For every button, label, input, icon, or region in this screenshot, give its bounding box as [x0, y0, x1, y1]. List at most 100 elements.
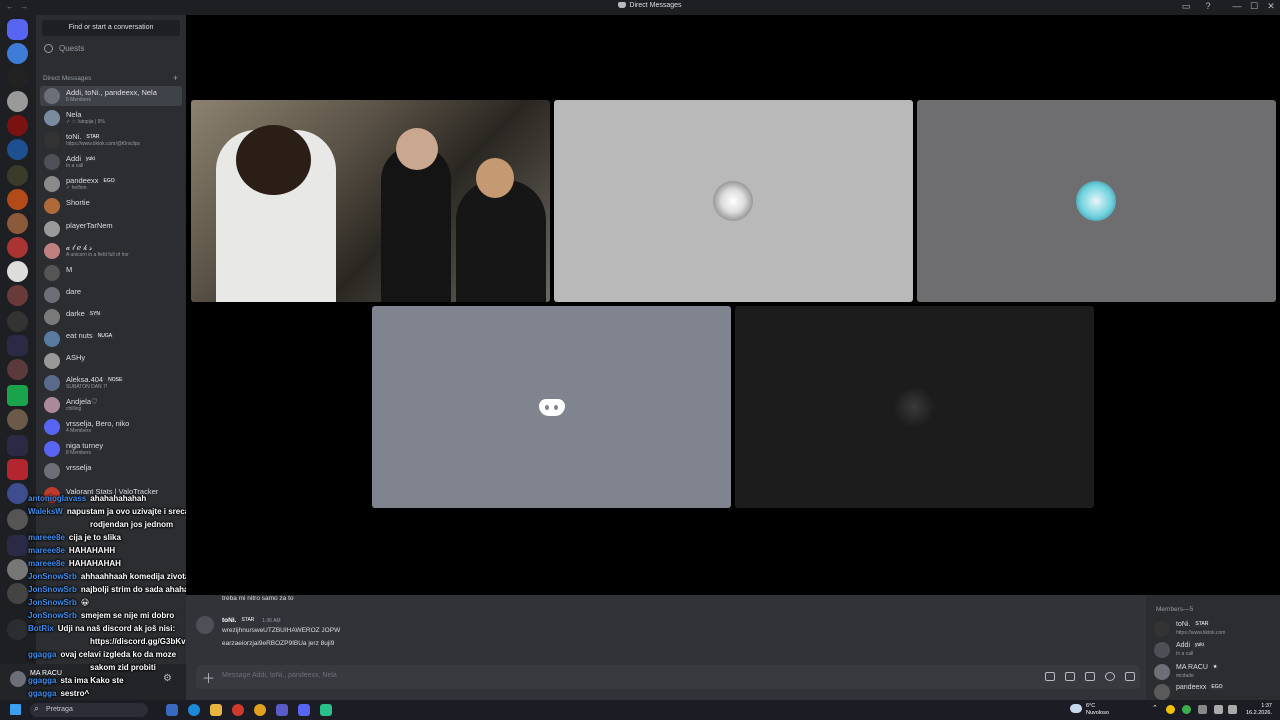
chat-text: rodjendan jos jednom [90, 520, 174, 529]
message-input[interactable]: Message Addi, toNi., pandeexx, Nela [222, 672, 337, 679]
overlay-chat-line: https://discord.gg/G3bKvzt [90, 637, 192, 646]
server-icon[interactable] [7, 311, 28, 332]
server-icon[interactable] [7, 115, 28, 136]
gift-icon[interactable] [1045, 672, 1055, 681]
server-icon[interactable] [7, 189, 28, 210]
dm-item[interactable]: ASHy [40, 351, 182, 371]
gif-icon[interactable] [1065, 672, 1075, 681]
server-icon[interactable] [7, 67, 28, 88]
download-icon[interactable] [7, 619, 28, 640]
video-tile-user[interactable] [735, 306, 1094, 508]
server-icon[interactable] [7, 237, 28, 258]
tray-chevron-icon[interactable]: ⌃ [1152, 704, 1158, 712]
dm-item[interactable]: Addi, toNi., pandeexx, Nela 5 Members [40, 86, 182, 106]
nav-arrows[interactable]: ←→ [6, 2, 34, 11]
message-author[interactable]: toNi. [222, 617, 236, 624]
quests-link[interactable]: Quests [42, 44, 84, 53]
dm-name: darke SYN [66, 309, 103, 318]
network-icon[interactable] [1214, 705, 1223, 714]
server-icon[interactable] [7, 359, 28, 380]
video-tile-camera[interactable] [191, 100, 550, 302]
app-icon[interactable] [320, 704, 332, 716]
home-button[interactable] [7, 19, 28, 40]
avatar[interactable] [196, 616, 214, 634]
volume-icon[interactable] [1228, 705, 1237, 714]
app-icon[interactable] [166, 704, 178, 716]
video-tile-user[interactable] [372, 306, 731, 508]
guild-tag: yuki [84, 156, 97, 162]
dm-subtext: ✓ he/him [66, 185, 87, 191]
dm-item[interactable]: pandeexx EGO ✓ he/him [40, 174, 182, 194]
dm-item[interactable]: vrsselja, Bero, niko 4 Members [40, 417, 182, 437]
dm-item[interactable]: eat nuts NUGA [40, 329, 182, 349]
tray-icon[interactable] [1166, 705, 1175, 714]
edge-icon[interactable] [188, 704, 200, 716]
guild-tag: ★ [1210, 664, 1220, 670]
server-icon[interactable] [7, 91, 28, 112]
folder-icon[interactable] [7, 435, 28, 456]
minimize-button[interactable]: — [1229, 1, 1245, 11]
weather-widget[interactable]: 6°C Nuvoloso [1086, 703, 1109, 717]
dm-item[interactable]: M [40, 263, 182, 283]
create-dm-button[interactable]: + [173, 73, 178, 83]
dm-item[interactable]: darke SYN [40, 307, 182, 327]
inbox-icon[interactable]: ▭ [1178, 1, 1194, 12]
server-icon[interactable] [7, 385, 28, 406]
folder-icon[interactable] [7, 335, 28, 356]
tray-icon[interactable] [1182, 705, 1191, 714]
server-icon[interactable] [7, 139, 28, 160]
server-icon[interactable] [7, 459, 28, 480]
sticker-icon[interactable] [1085, 672, 1095, 681]
find-conversation-button[interactable]: Find or start a conversation [42, 20, 180, 36]
message-text: earzaeiorzjai9eRBOZP9IBUa jerz 8uji9 [222, 640, 335, 647]
server-icon[interactable] [7, 43, 28, 64]
dm-item[interactable]: Aleksa.404 NOSE SUBATON DAN 7! [40, 373, 182, 393]
windows-start-icon[interactable] [10, 704, 21, 715]
settings-icon[interactable]: ⚙ [163, 673, 172, 684]
dm-item[interactable]: dare [40, 285, 182, 305]
dm-item[interactable]: Addi yuki In a call [40, 152, 182, 172]
chat-text: sestro^ [60, 689, 90, 698]
folder-icon[interactable] [210, 704, 222, 716]
dm-item[interactable]: 𝒶 𝓁 ℯ 𝓀 𝓈A unicorn in a field full of ho… [40, 241, 182, 261]
server-icon[interactable] [7, 509, 28, 530]
dm-item[interactable]: Nela ✓ ☆ /utopija | 9% [40, 108, 182, 128]
emoji-icon[interactable] [1105, 672, 1115, 681]
avatar[interactable] [10, 671, 26, 687]
video-tile-user[interactable] [554, 100, 913, 302]
dm-name: M [66, 265, 73, 274]
discord-taskbar-icon[interactable] [298, 704, 310, 716]
chrome-icon[interactable] [254, 704, 266, 716]
app-icon[interactable] [276, 704, 288, 716]
close-button[interactable]: ✕ [1263, 1, 1279, 12]
dm-item[interactable]: vrsselja [40, 461, 182, 481]
message-composer[interactable]: ＋ Message Addi, toNi., pandeexx, Nela [196, 665, 1140, 689]
dm-item[interactable]: Andjela♡ chilling [40, 395, 182, 415]
dm-name: vrsselja [66, 463, 92, 472]
server-icon[interactable] [7, 165, 28, 186]
server-icon[interactable] [7, 483, 28, 504]
taskbar-clock[interactable]: 1:37 16.2.2026. [1244, 703, 1272, 717]
server-icon[interactable] [7, 583, 28, 604]
dm-name: Addi yuki [66, 154, 97, 163]
dm-item[interactable]: Shortie [40, 196, 182, 216]
dm-item[interactable]: playerTarNem [40, 219, 182, 239]
dm-item[interactable]: niga turney 8 Members [40, 439, 182, 459]
tray-icon[interactable] [1198, 705, 1207, 714]
server-icon[interactable] [7, 559, 28, 580]
video-tile-user[interactable] [917, 100, 1276, 302]
apps-icon[interactable] [1125, 672, 1135, 681]
server-icon[interactable] [7, 213, 28, 234]
folder-icon[interactable] [7, 535, 28, 556]
overlay-chat-line: antonioglavass ahahahahahah [28, 494, 146, 503]
server-icon[interactable] [7, 409, 28, 430]
help-icon[interactable]: ? [1200, 1, 1216, 11]
maximize-button[interactable]: ☐ [1246, 1, 1262, 12]
avatar [894, 387, 934, 427]
dm-item[interactable]: toNi. STAR https://www.tiktok.com/@t0nicli… [40, 130, 182, 150]
opera-icon[interactable] [232, 704, 244, 716]
add-attachment-icon[interactable]: ＋ [202, 668, 215, 687]
server-icon[interactable] [7, 285, 28, 306]
server-icon[interactable] [7, 261, 28, 282]
taskbar-search[interactable]: Pretraga [30, 703, 148, 717]
